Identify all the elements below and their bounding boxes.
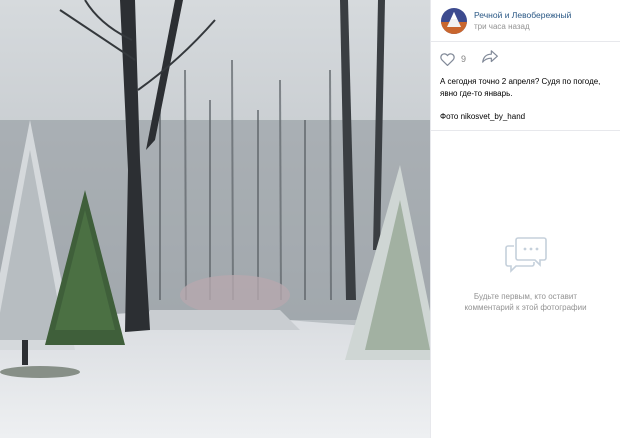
winter-park-photo <box>0 0 430 438</box>
empty-comments-text: комментарий к этой фотографии <box>464 303 587 312</box>
post-text: А сегодня точно 2 апреля? Судя по погоде… <box>431 76 620 123</box>
comments-empty-state: Будьте первым, кто оставит комментарий к… <box>431 236 620 313</box>
divider <box>431 130 620 131</box>
group-logo-icon <box>441 7 467 34</box>
post-actions: 9 <box>431 42 620 76</box>
post-time: три часа назад <box>474 21 530 31</box>
avatar[interactable] <box>441 7 467 34</box>
heart-icon <box>440 52 455 66</box>
group-name-link[interactable]: Речной и Левобережный <box>474 9 571 21</box>
photo-credit: Фото nikosvet_by_hand <box>440 112 526 121</box>
post-header: Речной и Левобережный три часа назад <box>431 0 620 42</box>
like-button[interactable]: 9 <box>440 52 467 66</box>
empty-comments-text: Будьте первым, кто оставит <box>473 292 578 301</box>
share-button[interactable] <box>482 50 498 68</box>
like-count: 9 <box>461 54 467 64</box>
post-sidebar: Речной и Левобережный три часа назад 9 А… <box>430 0 620 438</box>
speech-bubble-icon <box>504 237 547 273</box>
share-icon <box>482 50 498 63</box>
post-text-line: явно где-то январь. <box>440 89 513 98</box>
photo-viewer: Речной и Левобережный три часа назад 9 А… <box>0 0 620 438</box>
photo[interactable] <box>0 0 430 438</box>
post-text-line: А сегодня точно 2 апреля? Судя по погоде… <box>440 77 601 86</box>
